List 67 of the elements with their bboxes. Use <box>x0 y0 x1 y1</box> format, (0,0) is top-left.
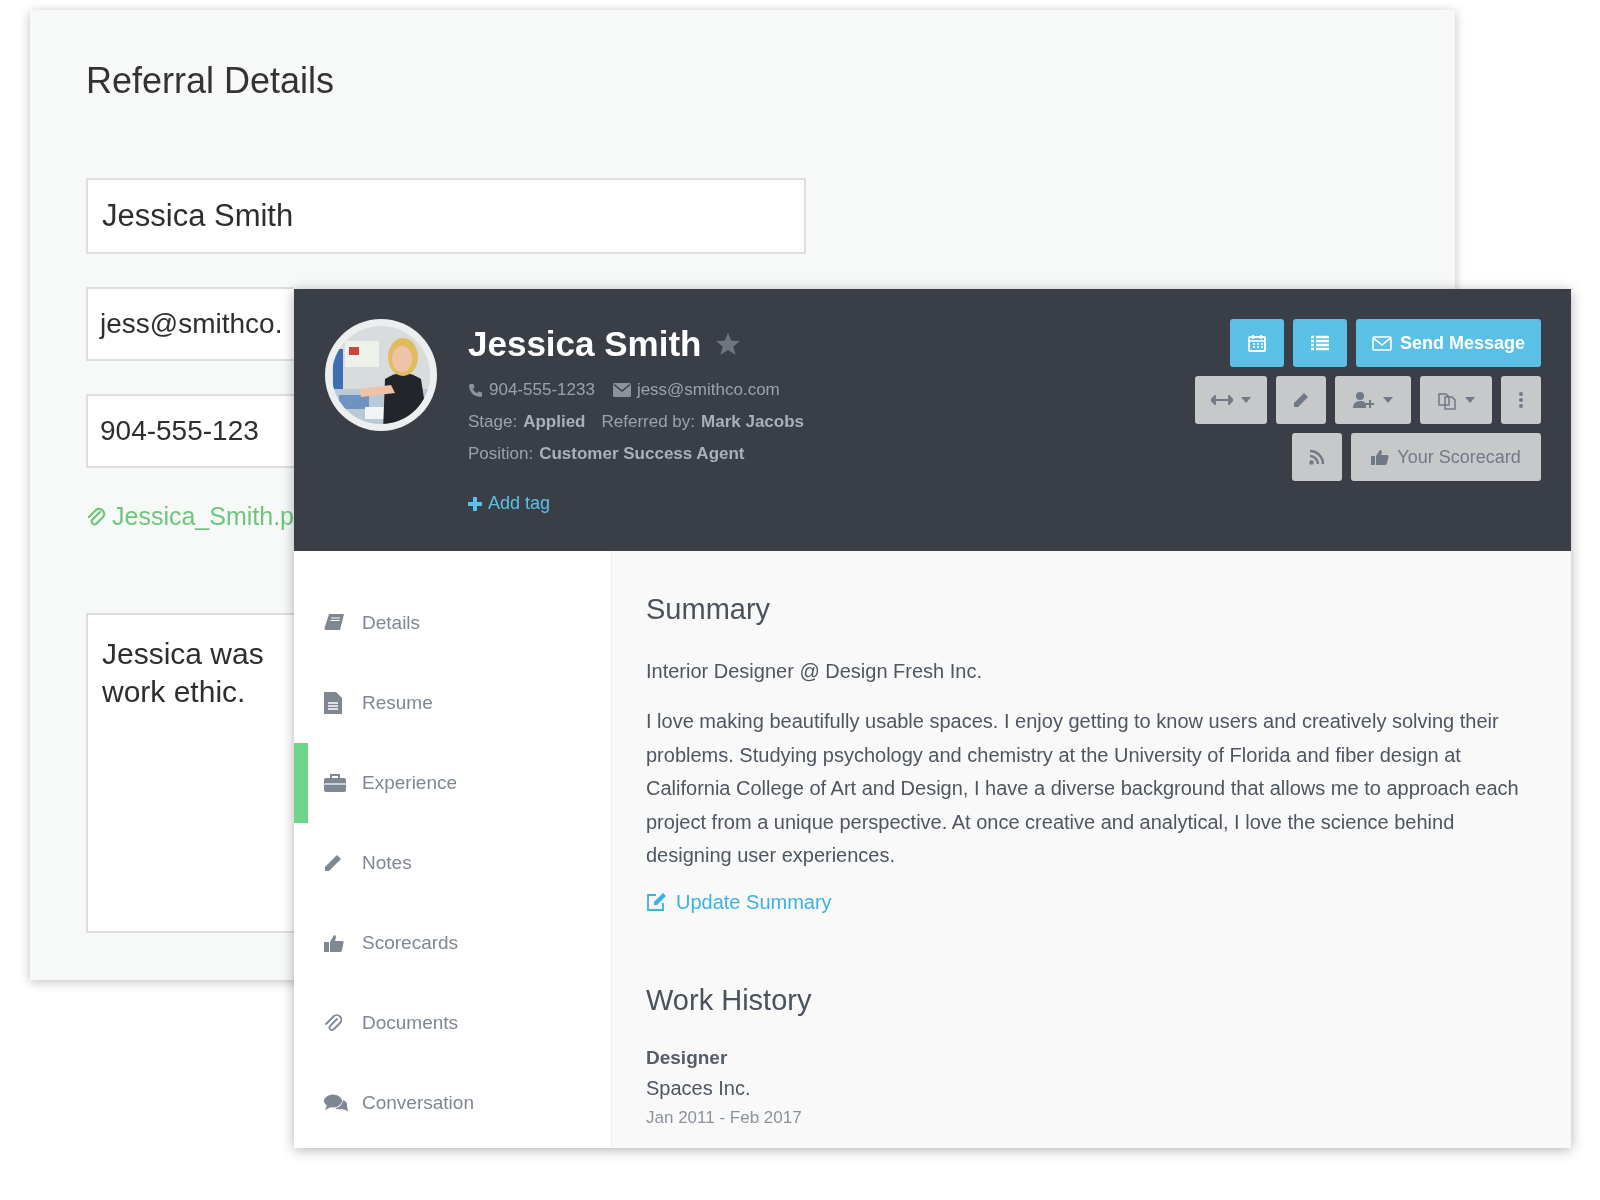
email-field[interactable]: jess@smithco. <box>86 287 294 361</box>
list-icon <box>1311 335 1329 351</box>
sidebar-item[interactable]: Resume <box>294 663 611 743</box>
section-heading: Work History <box>646 983 813 1017</box>
stage-label: Stage: <box>468 412 518 432</box>
position-label: Position: <box>468 444 534 464</box>
book-icon <box>324 614 344 632</box>
paperclip-icon <box>86 505 106 528</box>
thumbs-up-icon <box>324 934 344 952</box>
stage-value: Applied <box>523 412 586 432</box>
attachment-link[interactable]: Jessica_Smith.p <box>86 502 295 531</box>
summary-text: I love making beautifully usable spaces. I enjoy getting to know users and creatively solving their problems. Studying psychology and chemistry at the University of Florida and fiber design at California College of Art and Design, I have a diverse background that allows me to approach each project from a unique perspective. At once creative and analytical, I love the science behind designing user experiences. <box>646 709 1520 869</box>
copy-icon <box>1437 390 1457 410</box>
phone-icon <box>468 382 483 398</box>
pencil-icon <box>324 854 342 872</box>
phone-field[interactable]: 904-555-123 <box>86 394 294 468</box>
referrer-name: Mark Jacobs <box>701 412 805 432</box>
plus-icon <box>468 496 482 511</box>
star-icon[interactable] <box>715 331 742 357</box>
send-message-button[interactable]: Send Message <box>1356 319 1541 367</box>
rss-icon <box>1309 449 1325 465</box>
email-address: jess@smithco.com <box>636 380 780 400</box>
envelope-icon <box>1372 335 1392 351</box>
name-field[interactable]: Jessica Smith <box>86 178 806 254</box>
job-title: Designer <box>646 1046 729 1069</box>
phone-number: 904-555-1233 <box>489 380 595 400</box>
paperclip-icon <box>324 1013 342 1033</box>
envelope-icon <box>612 383 631 397</box>
add-user-icon <box>1353 392 1375 408</box>
rss-button[interactable] <box>1292 433 1342 481</box>
candidate-name: Jessica Smith <box>468 324 702 364</box>
add-user-button[interactable] <box>1335 376 1411 424</box>
referrer-label: Referred by: <box>601 412 696 432</box>
sidebar-item[interactable]: Notes <box>294 823 611 903</box>
caret-icon <box>1241 397 1251 403</box>
calendar-button[interactable] <box>1230 319 1284 367</box>
double-arrow-icon <box>1211 395 1233 405</box>
pencil-icon <box>1293 392 1309 408</box>
company-name: Spaces Inc. <box>646 1076 752 1100</box>
sidebar-item[interactable]: Documents <box>294 983 611 1063</box>
calendar-icon <box>1248 334 1266 352</box>
copy-button[interactable] <box>1420 376 1492 424</box>
more-icon <box>1519 392 1523 408</box>
pencil-button[interactable] <box>1276 376 1326 424</box>
sidebar-item[interactable]: Details <box>294 583 611 663</box>
section-heading: Summary <box>646 593 772 626</box>
sidebar-item[interactable]: Conversation <box>294 1063 611 1143</box>
arrows-button[interactable] <box>1195 376 1267 424</box>
position-value: Customer Success Agent <box>539 444 745 464</box>
form-title: Referral Details <box>86 60 335 102</box>
update-summary-link[interactable]: Update Summary <box>646 890 1541 914</box>
sidebar-item[interactable]: Scorecards <box>294 903 611 983</box>
caret-icon <box>1383 397 1393 403</box>
job-dates: Jan 2011 - Feb 2017 <box>646 1107 803 1128</box>
scorecard-button[interactable]: Your Scorecard <box>1351 433 1541 481</box>
sidebar-item[interactable]: Experience <box>294 743 611 823</box>
caret-icon <box>1465 397 1475 403</box>
add-tag-link[interactable]: Add tag <box>468 493 805 514</box>
edit-icon <box>646 892 668 913</box>
chat-icon <box>324 1094 348 1112</box>
briefcase-icon <box>324 774 346 792</box>
list-button[interactable] <box>1293 319 1347 367</box>
document-icon <box>324 692 342 714</box>
thumbs-up-icon <box>1371 449 1390 465</box>
dots-button[interactable] <box>1501 376 1541 424</box>
headline: Interior Designer @ Design Fresh Inc. <box>646 660 983 683</box>
note-field[interactable]: Jessica was work ethic. <box>86 613 294 933</box>
